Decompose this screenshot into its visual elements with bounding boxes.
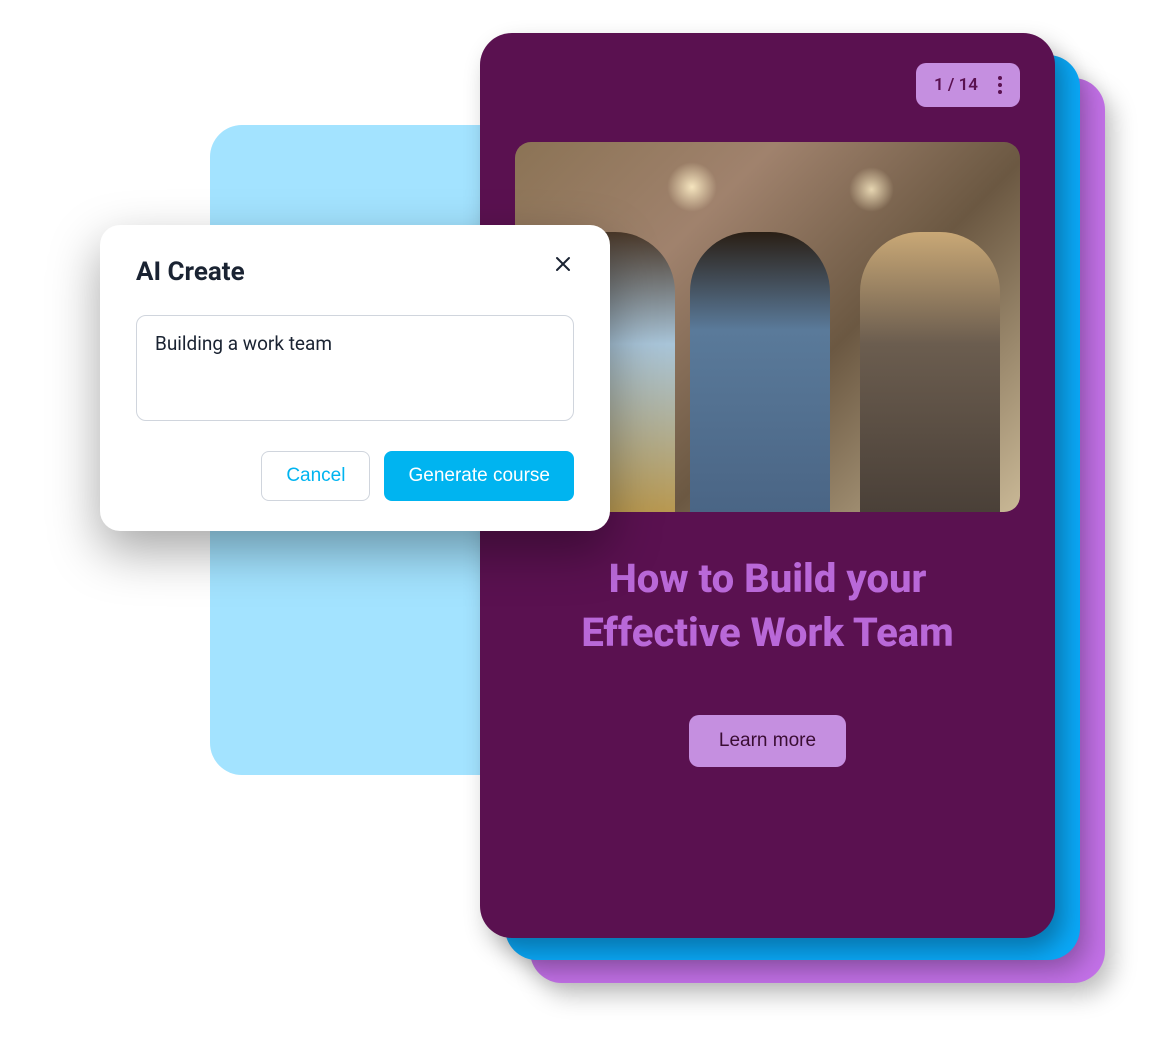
- course-title: How to Build your Effective Work Team: [515, 552, 1020, 660]
- course-topic-input[interactable]: [136, 315, 574, 421]
- dialog-title: AI Create: [136, 257, 245, 287]
- close-icon: [555, 256, 571, 272]
- learn-more-button[interactable]: Learn more: [689, 715, 846, 767]
- more-options-icon[interactable]: [998, 76, 1002, 94]
- ai-create-dialog: AI Create Cancel Generate course: [100, 225, 610, 531]
- dialog-actions: Cancel Generate course: [136, 451, 574, 501]
- page-indicator-badge: 1 / 14: [916, 63, 1020, 107]
- dialog-header: AI Create: [136, 257, 574, 287]
- close-button[interactable]: [552, 253, 574, 275]
- cancel-button[interactable]: Cancel: [261, 451, 370, 501]
- page-counter: 1 / 14: [934, 75, 978, 95]
- course-header: 1 / 14: [515, 63, 1020, 107]
- generate-course-button[interactable]: Generate course: [384, 451, 574, 501]
